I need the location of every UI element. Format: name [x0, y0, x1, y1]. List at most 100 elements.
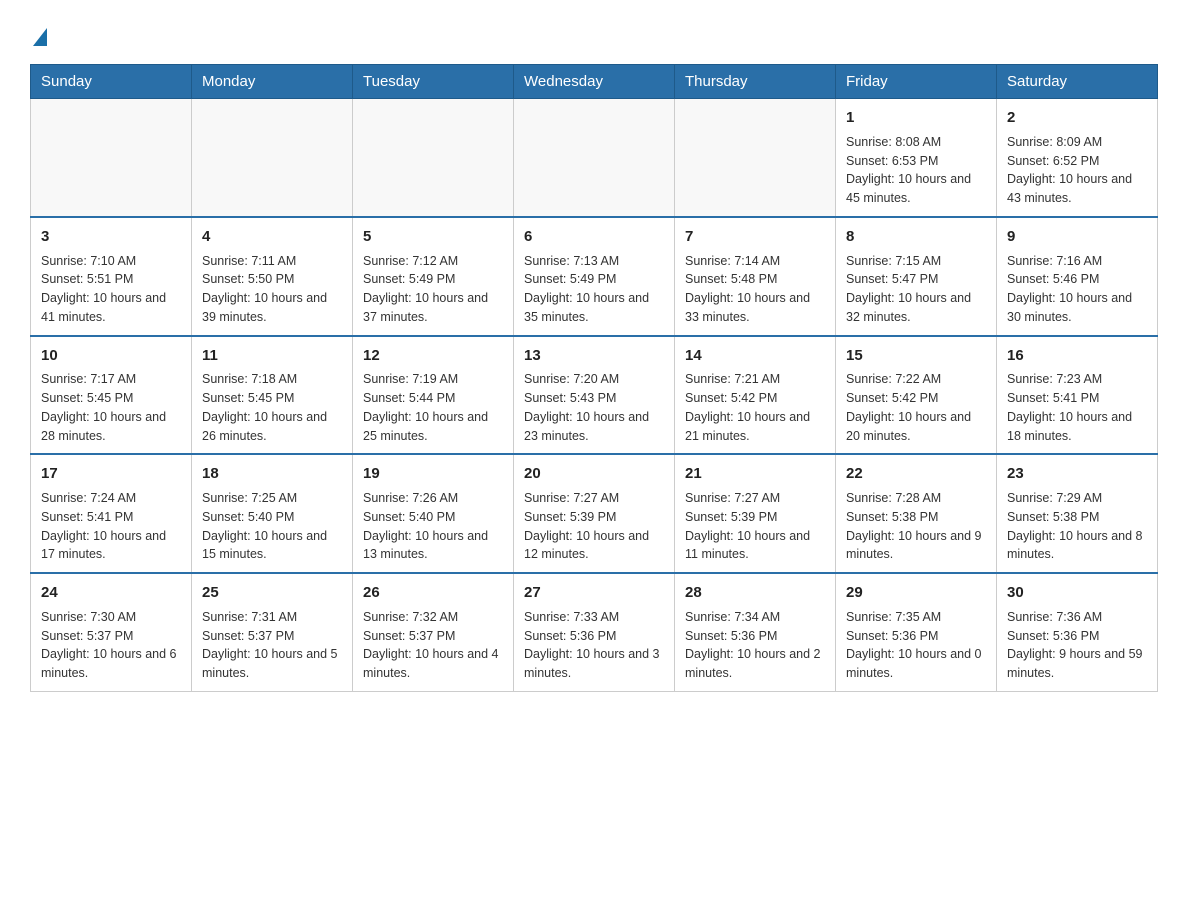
day-number: 21: [685, 463, 825, 485]
calendar-day-cell: 12 Sunrise: 7:19 AM Sunset: 5:44 PM Dayli…: [353, 336, 514, 455]
calendar-day-cell: 24 Sunrise: 7:30 AM Sunset: 5:37 PM Dayli…: [31, 573, 192, 691]
calendar-day-cell: 14 Sunrise: 7:21 AM Sunset: 5:42 PM Dayli…: [675, 336, 836, 455]
day-sun-info: Sunrise: 7:27 AM Sunset: 5:39 PM Dayligh…: [524, 489, 664, 564]
calendar-week-row: 10 Sunrise: 7:17 AM Sunset: 5:45 PM Dayli…: [31, 336, 1158, 455]
day-number: 25: [202, 582, 342, 604]
calendar-day-cell: 20Sunrise: 7:27 AM Sunset: 5:39 PM Dayli…: [514, 454, 675, 573]
day-number: 22: [846, 463, 986, 485]
day-sun-info: Sunrise: 7:27 AM Sunset: 5:39 PM Dayligh…: [685, 489, 825, 564]
day-number: 2: [1007, 107, 1147, 129]
calendar-day-cell: 23 Sunrise: 7:29 AM Sunset: 5:38 PM Dayli…: [997, 454, 1158, 573]
calendar-day-cell: 11 Sunrise: 7:18 AM Sunset: 5:45 PM Dayli…: [192, 336, 353, 455]
day-number: 18: [202, 463, 342, 485]
day-number: 27: [524, 582, 664, 604]
calendar-day-cell: 16 Sunrise: 7:23 AM Sunset: 5:41 PM Dayli…: [997, 336, 1158, 455]
day-number: 4: [202, 226, 342, 248]
day-sun-info: Sunrise: 8:08 AM Sunset: 6:53 PM Dayligh…: [846, 133, 986, 208]
day-number: 28: [685, 582, 825, 604]
calendar-day-cell: 27Sunrise: 7:33 AM Sunset: 5:36 PM Dayli…: [514, 573, 675, 691]
day-sun-info: Sunrise: 7:34 AM Sunset: 5:36 PM Dayligh…: [685, 608, 825, 683]
day-number: 24: [41, 582, 181, 604]
day-number: 3: [41, 226, 181, 248]
day-sun-info: Sunrise: 7:30 AM Sunset: 5:37 PM Dayligh…: [41, 608, 181, 683]
day-sun-info: Sunrise: 7:19 AM Sunset: 5:44 PM Dayligh…: [363, 370, 503, 445]
day-number: 16: [1007, 345, 1147, 367]
day-sun-info: Sunrise: 7:14 AM Sunset: 5:48 PM Dayligh…: [685, 252, 825, 327]
calendar-day-cell: [514, 99, 675, 217]
weekday-header-tuesday: Tuesday: [353, 65, 514, 99]
weekday-header-sunday: Sunday: [31, 65, 192, 99]
calendar-day-cell: 9 Sunrise: 7:16 AM Sunset: 5:46 PM Daylig…: [997, 217, 1158, 336]
day-sun-info: Sunrise: 7:17 AM Sunset: 5:45 PM Dayligh…: [41, 370, 181, 445]
day-sun-info: Sunrise: 7:36 AM Sunset: 5:36 PM Dayligh…: [1007, 608, 1147, 683]
day-number: 17: [41, 463, 181, 485]
calendar-week-row: 17 Sunrise: 7:24 AM Sunset: 5:41 PM Dayli…: [31, 454, 1158, 573]
weekday-header-friday: Friday: [836, 65, 997, 99]
day-sun-info: Sunrise: 7:29 AM Sunset: 5:38 PM Dayligh…: [1007, 489, 1147, 564]
weekday-header-saturday: Saturday: [997, 65, 1158, 99]
calendar-week-row: 24 Sunrise: 7:30 AM Sunset: 5:37 PM Dayli…: [31, 573, 1158, 691]
day-number: 10: [41, 345, 181, 367]
day-sun-info: Sunrise: 7:18 AM Sunset: 5:45 PM Dayligh…: [202, 370, 342, 445]
day-number: 14: [685, 345, 825, 367]
day-number: 26: [363, 582, 503, 604]
day-sun-info: Sunrise: 7:28 AM Sunset: 5:38 PM Dayligh…: [846, 489, 986, 564]
day-sun-info: Sunrise: 7:25 AM Sunset: 5:40 PM Dayligh…: [202, 489, 342, 564]
calendar-day-cell: [675, 99, 836, 217]
day-sun-info: Sunrise: 7:23 AM Sunset: 5:41 PM Dayligh…: [1007, 370, 1147, 445]
calendar-day-cell: 6 Sunrise: 7:13 AM Sunset: 5:49 PM Daylig…: [514, 217, 675, 336]
calendar-day-cell: 19 Sunrise: 7:26 AM Sunset: 5:40 PM Dayli…: [353, 454, 514, 573]
calendar-day-cell: 17 Sunrise: 7:24 AM Sunset: 5:41 PM Dayli…: [31, 454, 192, 573]
day-sun-info: Sunrise: 7:21 AM Sunset: 5:42 PM Dayligh…: [685, 370, 825, 445]
day-sun-info: Sunrise: 7:13 AM Sunset: 5:49 PM Dayligh…: [524, 252, 664, 327]
logo: [30, 20, 47, 46]
day-number: 5: [363, 226, 503, 248]
calendar-day-cell: 4 Sunrise: 7:11 AM Sunset: 5:50 PM Daylig…: [192, 217, 353, 336]
day-sun-info: Sunrise: 7:31 AM Sunset: 5:37 PM Dayligh…: [202, 608, 342, 683]
day-number: 1: [846, 107, 986, 129]
calendar-week-row: 1 Sunrise: 8:08 AM Sunset: 6:53 PM Daylig…: [31, 99, 1158, 217]
calendar-day-cell: 28 Sunrise: 7:34 AM Sunset: 5:36 PM Dayli…: [675, 573, 836, 691]
calendar-day-cell: 13Sunrise: 7:20 AM Sunset: 5:43 PM Dayli…: [514, 336, 675, 455]
calendar-day-cell: 25 Sunrise: 7:31 AM Sunset: 5:37 PM Dayli…: [192, 573, 353, 691]
weekday-header-monday: Monday: [192, 65, 353, 99]
calendar-day-cell: 18 Sunrise: 7:25 AM Sunset: 5:40 PM Dayli…: [192, 454, 353, 573]
day-number: 15: [846, 345, 986, 367]
day-number: 9: [1007, 226, 1147, 248]
day-sun-info: Sunrise: 7:16 AM Sunset: 5:46 PM Dayligh…: [1007, 252, 1147, 327]
calendar-day-cell: 3Sunrise: 7:10 AM Sunset: 5:51 PM Daylig…: [31, 217, 192, 336]
weekday-header-row: SundayMondayTuesdayWednesdayThursdayFrid…: [31, 65, 1158, 99]
calendar-day-cell: 26 Sunrise: 7:32 AM Sunset: 5:37 PM Dayli…: [353, 573, 514, 691]
weekday-header-wednesday: Wednesday: [514, 65, 675, 99]
day-sun-info: Sunrise: 7:26 AM Sunset: 5:40 PM Dayligh…: [363, 489, 503, 564]
day-number: 11: [202, 345, 342, 367]
calendar-day-cell: 30Sunrise: 7:36 AM Sunset: 5:36 PM Dayli…: [997, 573, 1158, 691]
calendar-table: SundayMondayTuesdayWednesdayThursdayFrid…: [30, 64, 1158, 692]
day-number: 8: [846, 226, 986, 248]
day-sun-info: Sunrise: 7:35 AM Sunset: 5:36 PM Dayligh…: [846, 608, 986, 683]
calendar-day-cell: 10 Sunrise: 7:17 AM Sunset: 5:45 PM Dayli…: [31, 336, 192, 455]
day-sun-info: Sunrise: 7:15 AM Sunset: 5:47 PM Dayligh…: [846, 252, 986, 327]
calendar-day-cell: [192, 99, 353, 217]
calendar-day-cell: 2 Sunrise: 8:09 AM Sunset: 6:52 PM Daylig…: [997, 99, 1158, 217]
calendar-day-cell: 29 Sunrise: 7:35 AM Sunset: 5:36 PM Dayli…: [836, 573, 997, 691]
calendar-day-cell: [353, 99, 514, 217]
day-sun-info: Sunrise: 8:09 AM Sunset: 6:52 PM Dayligh…: [1007, 133, 1147, 208]
calendar-day-cell: 7 Sunrise: 7:14 AM Sunset: 5:48 PM Daylig…: [675, 217, 836, 336]
day-number: 12: [363, 345, 503, 367]
calendar-day-cell: 21 Sunrise: 7:27 AM Sunset: 5:39 PM Dayli…: [675, 454, 836, 573]
logo-triangle-icon: [33, 28, 47, 46]
day-number: 29: [846, 582, 986, 604]
calendar-day-cell: 15Sunrise: 7:22 AM Sunset: 5:42 PM Dayli…: [836, 336, 997, 455]
page-header: [30, 20, 1158, 46]
calendar-day-cell: 5Sunrise: 7:12 AM Sunset: 5:49 PM Daylig…: [353, 217, 514, 336]
calendar-week-row: 3Sunrise: 7:10 AM Sunset: 5:51 PM Daylig…: [31, 217, 1158, 336]
day-number: 7: [685, 226, 825, 248]
day-sun-info: Sunrise: 7:11 AM Sunset: 5:50 PM Dayligh…: [202, 252, 342, 327]
day-number: 6: [524, 226, 664, 248]
day-number: 23: [1007, 463, 1147, 485]
day-sun-info: Sunrise: 7:32 AM Sunset: 5:37 PM Dayligh…: [363, 608, 503, 683]
day-sun-info: Sunrise: 7:24 AM Sunset: 5:41 PM Dayligh…: [41, 489, 181, 564]
calendar-day-cell: 22 Sunrise: 7:28 AM Sunset: 5:38 PM Dayli…: [836, 454, 997, 573]
day-number: 19: [363, 463, 503, 485]
